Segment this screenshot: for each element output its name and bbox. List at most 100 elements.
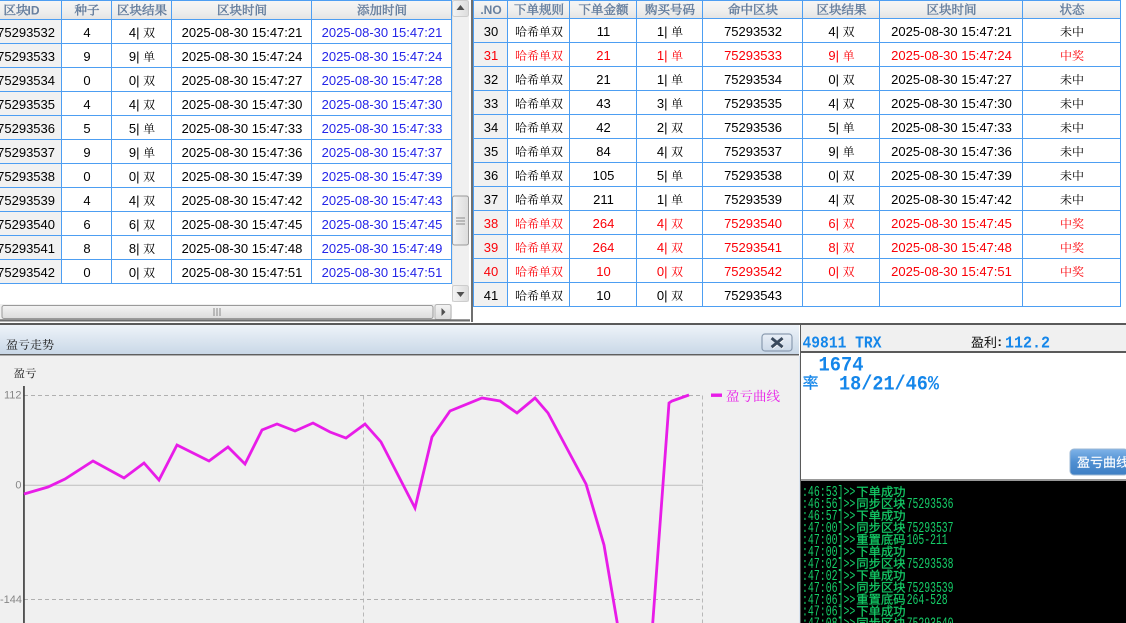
svg-text:2025-08-30 15:47:21: 2025-08-30 15:47:21 [322,25,443,40]
svg-text:8|: 8| [129,241,140,256]
svg-text:10: 10 [596,264,610,279]
svg-text:9: 9 [83,145,90,160]
svg-text:75293540: 75293540 [907,616,954,623]
svg-text:3|: 3| [657,96,668,111]
svg-text:2025-08-30 15:47:24: 2025-08-30 15:47:24 [182,49,303,64]
svg-text:18/21/46%: 18/21/46% [839,374,940,397]
svg-text:0|: 0| [828,72,839,87]
svg-text:4: 4 [83,193,90,208]
svg-text:43: 43 [596,96,610,111]
svg-text:2025-08-30 15:47:51: 2025-08-30 15:47:51 [891,264,1012,279]
svg-text:21: 21 [596,48,610,63]
svg-text:75293535: 75293535 [0,97,55,112]
svg-text:0|: 0| [828,264,839,279]
svg-text:41: 41 [484,288,498,303]
svg-text:75293541: 75293541 [724,240,782,255]
svg-text:75293536: 75293536 [724,120,782,135]
svg-text:75293538: 75293538 [724,168,782,183]
svg-text:4: 4 [83,97,90,112]
svg-text:2025-08-30 15:47:42: 2025-08-30 15:47:42 [891,192,1012,207]
svg-text:75293537: 75293537 [724,144,782,159]
svg-text:2025-08-30 15:47:21: 2025-08-30 15:47:21 [182,25,303,40]
svg-text:75293541: 75293541 [0,241,55,256]
svg-text:21: 21 [596,72,610,87]
svg-text:2025-08-30 15:47:33: 2025-08-30 15:47:33 [322,121,443,136]
svg-text:2025-08-30 15:47:33: 2025-08-30 15:47:33 [891,120,1012,135]
svg-text:.NO: .NO [480,3,501,17]
svg-text:2025-08-30 15:47:36: 2025-08-30 15:47:36 [182,145,303,160]
svg-text:9|: 9| [129,49,140,64]
svg-text:1|: 1| [657,48,668,63]
svg-text:2|: 2| [657,120,668,135]
svg-text:37: 37 [484,192,498,207]
svg-text:42: 42 [596,120,610,135]
svg-text:75293542: 75293542 [724,264,782,279]
svg-text:2025-08-30 15:47:27: 2025-08-30 15:47:27 [182,73,303,88]
svg-text:75293534: 75293534 [724,72,782,87]
svg-text:9|: 9| [129,145,140,160]
svg-text:2025-08-30 15:47:30: 2025-08-30 15:47:30 [891,96,1012,111]
svg-text:2025-08-30 15:47:28: 2025-08-30 15:47:28 [322,73,443,88]
svg-text:2025-08-30 15:47:51: 2025-08-30 15:47:51 [322,265,443,280]
svg-text:75293534: 75293534 [0,73,55,88]
svg-text:36: 36 [484,168,498,183]
svg-text:2025-08-30 15:47:36: 2025-08-30 15:47:36 [891,144,1012,159]
svg-text:5: 5 [83,121,90,136]
svg-text:2025-08-30 15:47:30: 2025-08-30 15:47:30 [322,97,443,112]
svg-text:2025-08-30 15:47:43: 2025-08-30 15:47:43 [322,193,443,208]
svg-text:30: 30 [484,24,498,39]
svg-text:0|: 0| [129,169,140,184]
svg-text:2025-08-30 15:47:24: 2025-08-30 15:47:24 [322,49,443,64]
svg-text:75293538: 75293538 [907,556,954,573]
svg-text:75293540: 75293540 [0,217,55,232]
svg-text:39: 39 [484,240,498,255]
svg-text:4|: 4| [657,240,668,255]
svg-text:75293533: 75293533 [724,48,782,63]
svg-text:4|: 4| [828,192,839,207]
svg-text:75293532: 75293532 [0,25,55,40]
svg-text:9|: 9| [828,48,839,63]
svg-text:0|: 0| [828,168,839,183]
svg-text:8|: 8| [828,240,839,255]
svg-text:4|: 4| [129,97,140,112]
svg-text:4|: 4| [828,96,839,111]
svg-text:4|: 4| [657,216,668,231]
svg-text:2025-08-30 15:47:33: 2025-08-30 15:47:33 [182,121,303,136]
svg-text:8: 8 [83,241,90,256]
svg-text:2025-08-30 15:47:21: 2025-08-30 15:47:21 [891,24,1012,39]
svg-text:112.2: 112.2 [1005,335,1050,354]
svg-text:4|: 4| [828,24,839,39]
svg-text:2025-08-30 15:47:49: 2025-08-30 15:47:49 [322,241,443,256]
svg-text:2025-08-30 15:47:37: 2025-08-30 15:47:37 [322,145,443,160]
svg-text:31: 31 [484,48,498,63]
svg-text:9: 9 [83,49,90,64]
svg-text:0: 0 [15,480,21,492]
svg-text:2025-08-30 15:47:48: 2025-08-30 15:47:48 [182,241,303,256]
svg-text:75293535: 75293535 [724,96,782,111]
svg-text::47:08]>>: :47:08]>> [802,616,855,623]
svg-text:75293542: 75293542 [0,265,55,280]
svg-text:75293540: 75293540 [724,216,782,231]
svg-text:75293533: 75293533 [0,49,55,64]
svg-text:11: 11 [597,24,611,39]
svg-text:-144: -144 [0,594,22,606]
svg-text:33: 33 [484,96,498,111]
svg-text:1|: 1| [657,192,668,207]
svg-text:2025-08-30 15:47:39: 2025-08-30 15:47:39 [182,169,303,184]
svg-text:2025-08-30 15:47:30: 2025-08-30 15:47:30 [182,97,303,112]
svg-text:264: 264 [593,216,615,231]
svg-text:75293539: 75293539 [0,193,55,208]
svg-text:2025-08-30 15:47:42: 2025-08-30 15:47:42 [182,193,303,208]
svg-text:9|: 9| [828,144,839,159]
svg-text:75293538: 75293538 [0,169,55,184]
svg-text:105-211: 105-211 [907,532,948,549]
svg-text:4: 4 [83,25,90,40]
svg-text:10: 10 [596,288,610,303]
svg-text:75293539: 75293539 [724,192,782,207]
svg-text:75293532: 75293532 [724,24,782,39]
svg-text:49811 TRX: 49811 TRX [803,335,883,354]
svg-text::: : [998,334,1002,349]
svg-text:6: 6 [83,217,90,232]
svg-text:75293537: 75293537 [0,145,55,160]
svg-text:ID: ID [28,4,40,18]
